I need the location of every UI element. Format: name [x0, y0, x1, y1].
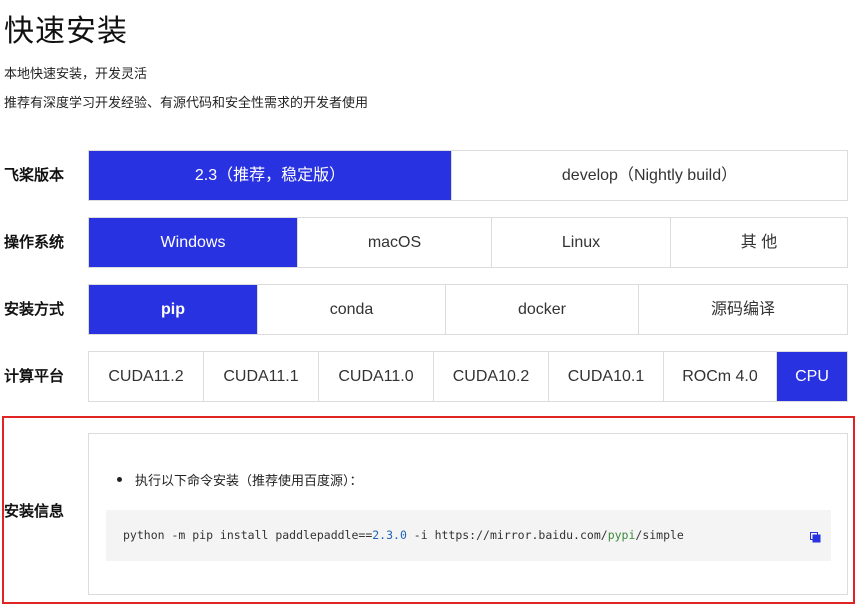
- method-option-pip[interactable]: pip: [89, 285, 258, 334]
- command-part: /simple: [635, 528, 684, 542]
- copy-icon[interactable]: [810, 530, 821, 543]
- command-keyword: pypi: [607, 528, 636, 542]
- platform-option-rocm[interactable]: ROCm 4.0: [664, 352, 777, 401]
- install-info-panel: 执行以下命令安装（推荐使用百度源）： python -m pip install…: [88, 433, 848, 595]
- os-option-macos[interactable]: macOS: [298, 218, 492, 267]
- platform-option-cuda111[interactable]: CUDA11.1: [204, 352, 319, 401]
- version-row: 飞桨版本 2.3（推荐，稳定版） develop（Nightly build）: [0, 150, 861, 201]
- page-subtitle: 本地快速安装，开发灵活: [4, 66, 148, 81]
- platform-option-cuda112[interactable]: CUDA11.2: [89, 352, 204, 401]
- page-title: 快速安装: [4, 15, 128, 48]
- install-instruction: 执行以下命令安装（推荐使用百度源）：: [117, 470, 363, 489]
- os-row: 操作系统 Windows macOS Linux 其 他: [0, 217, 861, 268]
- command-part: python -m pip install paddlepaddle==: [123, 528, 373, 542]
- method-option-source[interactable]: 源码编译: [639, 285, 847, 334]
- platform-options: CUDA11.2 CUDA11.1 CUDA11.0 CUDA10.2 CUDA…: [88, 351, 848, 402]
- platform-option-cuda101[interactable]: CUDA10.1: [549, 352, 664, 401]
- install-info-label: 安装信息: [4, 503, 65, 520]
- platform-option-cuda102[interactable]: CUDA10.2: [434, 352, 549, 401]
- method-options: pip conda docker 源码编译: [88, 284, 848, 335]
- page-description: 推荐有深度学习开发经验、有源代码和安全性需求的开发者使用: [4, 95, 369, 110]
- command-block: python -m pip install paddlepaddle==2.3.…: [106, 510, 831, 561]
- platform-option-cuda110[interactable]: CUDA11.0: [319, 352, 434, 401]
- bullet-icon: [117, 477, 122, 482]
- os-option-windows[interactable]: Windows: [89, 218, 298, 267]
- command-part: //mirror.baidu.com/: [476, 528, 608, 542]
- os-option-linux[interactable]: Linux: [492, 218, 671, 267]
- method-label: 安装方式: [4, 301, 65, 318]
- version-option-develop[interactable]: develop（Nightly build）: [452, 151, 847, 200]
- method-option-conda[interactable]: conda: [258, 285, 446, 334]
- method-option-docker[interactable]: docker: [446, 285, 639, 334]
- install-command[interactable]: python -m pip install paddlepaddle==2.3.…: [123, 510, 684, 561]
- install-instruction-text: 执行以下命令安装（推荐使用百度源）：: [135, 473, 363, 488]
- os-options: Windows macOS Linux 其 他: [88, 217, 848, 268]
- platform-label: 计算平台: [4, 368, 65, 385]
- version-label: 飞桨版本: [4, 167, 65, 184]
- version-option-2-3[interactable]: 2.3（推荐，稳定版）: [89, 151, 452, 200]
- command-version: 2.3.0: [372, 528, 407, 542]
- method-row: 安装方式 pip conda docker 源码编译: [0, 284, 861, 335]
- platform-row: 计算平台 CUDA11.2 CUDA11.1 CUDA11.0 CUDA10.2…: [0, 351, 861, 402]
- os-option-other[interactable]: 其 他: [671, 218, 847, 267]
- platform-option-cpu[interactable]: CPU: [777, 352, 847, 401]
- command-part: -i https:: [406, 528, 477, 542]
- os-label: 操作系统: [4, 234, 65, 251]
- version-options: 2.3（推荐，稳定版） develop（Nightly build）: [88, 150, 848, 201]
